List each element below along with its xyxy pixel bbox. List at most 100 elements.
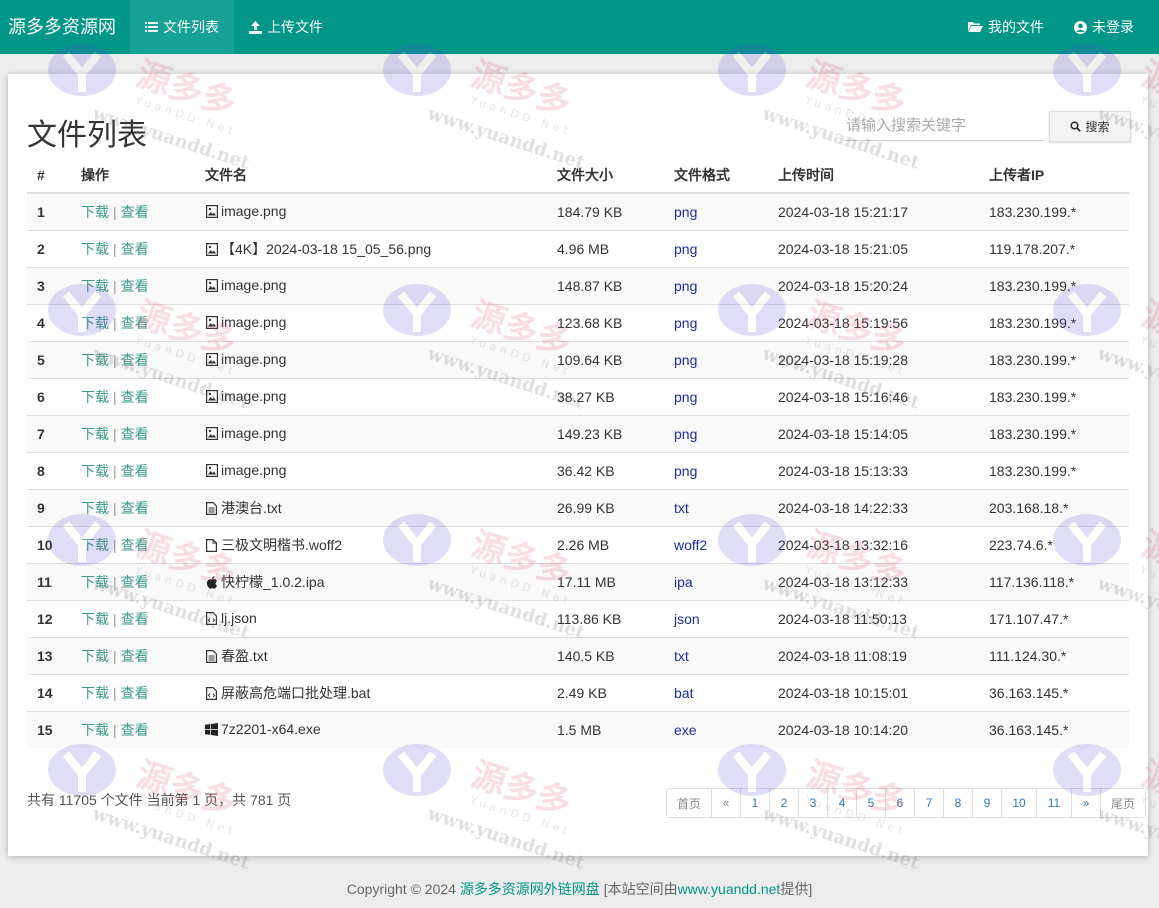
file-name[interactable]: image.png bbox=[221, 425, 286, 441]
download-link[interactable]: 下载 bbox=[81, 500, 109, 516]
view-link[interactable]: 查看 bbox=[121, 426, 149, 442]
file-size: 109.64 KB bbox=[547, 341, 664, 379]
footer-bracket-open: [本站空间由 bbox=[603, 881, 678, 897]
text-file-icon bbox=[205, 649, 218, 663]
summary-suffix: 页 bbox=[277, 792, 292, 808]
view-link[interactable]: 查看 bbox=[121, 278, 149, 294]
user-circle-icon bbox=[1074, 20, 1087, 34]
table-row: 14 下载 | 查看 屏蔽高危端口批处理.bat 2.49 KB bat 2024-03-18… bbox=[27, 674, 1129, 712]
download-link[interactable]: 下载 bbox=[81, 463, 109, 479]
file-name[interactable]: image.png bbox=[221, 314, 286, 330]
search-input[interactable] bbox=[844, 110, 1044, 141]
view-link[interactable]: 查看 bbox=[121, 685, 149, 701]
download-link[interactable]: 下载 bbox=[81, 574, 109, 590]
top-navbar: 源多多资源网 文件列表 上传文件 我的文件 未登录 bbox=[0, 0, 1159, 54]
file-name[interactable]: 屏蔽高危端口批处理.bat bbox=[221, 683, 370, 703]
upload-time: 2024-03-18 15:14:05 bbox=[768, 415, 979, 453]
download-link[interactable]: 下载 bbox=[81, 352, 109, 368]
file-name[interactable]: lj.json bbox=[221, 610, 257, 626]
footer-copyright: Copyright © 2024 bbox=[346, 881, 456, 897]
download-link[interactable]: 下载 bbox=[81, 648, 109, 664]
nav-upload-file[interactable]: 上传文件 bbox=[234, 0, 338, 54]
action-separator: | bbox=[113, 611, 117, 627]
view-link[interactable]: 查看 bbox=[121, 241, 149, 257]
view-link[interactable]: 查看 bbox=[121, 611, 149, 627]
page-title: 文件列表 bbox=[27, 119, 147, 152]
row-filename-cell: 春盈.txt bbox=[195, 637, 547, 675]
file-name[interactable]: image.png bbox=[221, 462, 286, 478]
file-name[interactable]: 7z2201-x64.exe bbox=[221, 721, 321, 737]
row-filename-cell: image.png bbox=[195, 304, 547, 342]
upload-time: 2024-03-18 15:13:33 bbox=[768, 452, 979, 490]
footer-site-link[interactable]: 源多多资源网外链网盘 bbox=[460, 881, 600, 897]
download-link[interactable]: 下载 bbox=[81, 204, 109, 220]
table-header-row: # 操作 文件名 文件大小 文件格式 上传时间 上传者IP bbox=[27, 158, 1129, 194]
view-link[interactable]: 查看 bbox=[121, 389, 149, 405]
file-name[interactable]: image.png bbox=[221, 277, 286, 293]
file-format: json bbox=[664, 600, 768, 638]
row-actions: 下载 | 查看 bbox=[71, 230, 195, 268]
pagination-item[interactable]: 5 bbox=[856, 789, 885, 817]
file-name[interactable]: 三极文明楷书.woff2 bbox=[221, 535, 342, 555]
file-name[interactable]: 【4K】2024-03-18 15_05_56.png bbox=[221, 239, 431, 259]
pagination-item[interactable]: 3 bbox=[798, 789, 827, 817]
pagination-item[interactable]: 9 bbox=[972, 789, 1001, 817]
download-link[interactable]: 下载 bbox=[81, 278, 109, 294]
download-link[interactable]: 下载 bbox=[81, 426, 109, 442]
view-link[interactable]: 查看 bbox=[121, 722, 149, 738]
footer-host-link[interactable]: www.yuandd.net bbox=[678, 881, 781, 897]
col-header-uploader-ip: 上传者IP bbox=[979, 158, 1129, 194]
view-link[interactable]: 查看 bbox=[121, 204, 149, 220]
pagination-item[interactable]: » bbox=[1071, 789, 1100, 817]
download-link[interactable]: 下载 bbox=[81, 537, 109, 553]
pagination-item[interactable]: 6 bbox=[885, 789, 914, 817]
table-row: 5 下载 | 查看 image.png 109.64 KB png 2024-03-18 15… bbox=[27, 341, 1129, 379]
file-name[interactable]: image.png bbox=[221, 351, 286, 367]
pagination-item[interactable]: 尾页 bbox=[1100, 789, 1145, 817]
pagination-item[interactable]: 8 bbox=[943, 789, 972, 817]
table-row: 10 下载 | 查看 三极文明楷书.woff2 2.26 MB woff2 2024-03-1… bbox=[27, 526, 1129, 564]
file-size: 1.5 MB bbox=[547, 711, 664, 748]
download-link[interactable]: 下载 bbox=[81, 315, 109, 331]
nav-my-files[interactable]: 我的文件 bbox=[953, 0, 1059, 54]
pagination-item[interactable]: 1 bbox=[740, 789, 769, 817]
download-link[interactable]: 下载 bbox=[81, 241, 109, 257]
pagination-item[interactable]: 2 bbox=[769, 789, 798, 817]
row-actions: 下载 | 查看 bbox=[71, 378, 195, 416]
download-link[interactable]: 下载 bbox=[81, 722, 109, 738]
view-link[interactable]: 查看 bbox=[121, 463, 149, 479]
row-filename-cell: image.png bbox=[195, 192, 547, 231]
view-link[interactable]: 查看 bbox=[121, 648, 149, 664]
view-link[interactable]: 查看 bbox=[121, 352, 149, 368]
file-size: 123.68 KB bbox=[547, 304, 664, 342]
download-link[interactable]: 下载 bbox=[81, 389, 109, 405]
pagination-item[interactable]: 11 bbox=[1036, 789, 1071, 817]
upload-time: 2024-03-18 10:15:01 bbox=[768, 674, 979, 712]
pagination-item[interactable]: 10 bbox=[1001, 789, 1036, 817]
upload-time: 2024-03-18 15:21:17 bbox=[768, 192, 979, 231]
nav-login-status[interactable]: 未登录 bbox=[1059, 0, 1149, 54]
nav-file-list-label: 文件列表 bbox=[163, 19, 219, 35]
table-row: 12 下载 | 查看 lj.json 113.86 KB json 2024-03-18 11… bbox=[27, 600, 1129, 638]
search-button[interactable]: 搜索 bbox=[1049, 111, 1131, 142]
code-file-icon bbox=[205, 686, 218, 700]
view-link[interactable]: 查看 bbox=[121, 315, 149, 331]
pagination-item[interactable]: 7 bbox=[914, 789, 943, 817]
pagination-item[interactable]: 4 bbox=[827, 789, 856, 817]
download-link[interactable]: 下载 bbox=[81, 685, 109, 701]
pagination-item[interactable]: 首页 bbox=[667, 789, 711, 817]
site-brand[interactable]: 源多多资源网 bbox=[0, 0, 130, 54]
nav-file-list[interactable]: 文件列表 bbox=[130, 0, 234, 54]
code-file-icon bbox=[205, 611, 218, 625]
file-name[interactable]: image.png bbox=[221, 388, 286, 404]
view-link[interactable]: 查看 bbox=[121, 500, 149, 516]
file-name[interactable]: 港澳台.txt bbox=[221, 498, 282, 518]
file-name[interactable]: 快柠檬_1.0.2.ipa bbox=[221, 572, 325, 592]
pagination-item[interactable]: « bbox=[711, 789, 740, 817]
file-name[interactable]: image.png bbox=[221, 203, 286, 219]
file-name[interactable]: 春盈.txt bbox=[221, 646, 268, 666]
download-link[interactable]: 下载 bbox=[81, 611, 109, 627]
view-link[interactable]: 查看 bbox=[121, 537, 149, 553]
search-icon bbox=[1070, 121, 1082, 132]
view-link[interactable]: 查看 bbox=[121, 574, 149, 590]
